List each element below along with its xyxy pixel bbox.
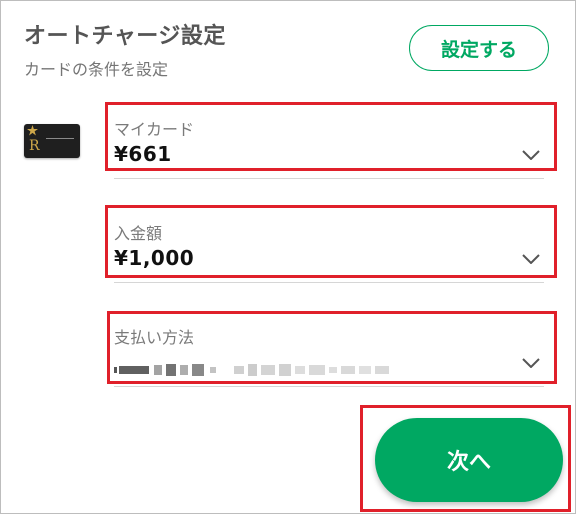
payment-method-masked-value bbox=[114, 364, 389, 376]
next-button[interactable]: 次へ bbox=[375, 418, 563, 502]
page-title: オートチャージ設定 bbox=[24, 24, 226, 49]
page-subtitle: カードの条件を設定 bbox=[24, 60, 169, 79]
deposit-amount-select[interactable]: 入金額 ¥1,000 bbox=[114, 212, 544, 283]
card-logo-icon: R bbox=[29, 138, 40, 154]
card-decoration bbox=[46, 138, 74, 139]
my-card-label: マイカード bbox=[114, 120, 195, 139]
setup-button[interactable]: 設定する bbox=[409, 25, 549, 71]
deposit-amount-label: 入金額 bbox=[114, 224, 163, 243]
payment-method-select[interactable]: 支払い方法 bbox=[114, 316, 544, 387]
chevron-down-icon bbox=[522, 358, 540, 368]
star-icon bbox=[27, 125, 38, 136]
my-card-select[interactable]: マイカード ¥661 bbox=[114, 108, 544, 179]
payment-method-label: 支払い方法 bbox=[114, 328, 195, 347]
chevron-down-icon bbox=[522, 254, 540, 264]
my-card-value: ¥661 bbox=[114, 142, 172, 166]
chevron-down-icon bbox=[522, 150, 540, 160]
deposit-amount-value: ¥1,000 bbox=[114, 246, 195, 270]
card-thumbnail-icon: R bbox=[24, 124, 80, 158]
